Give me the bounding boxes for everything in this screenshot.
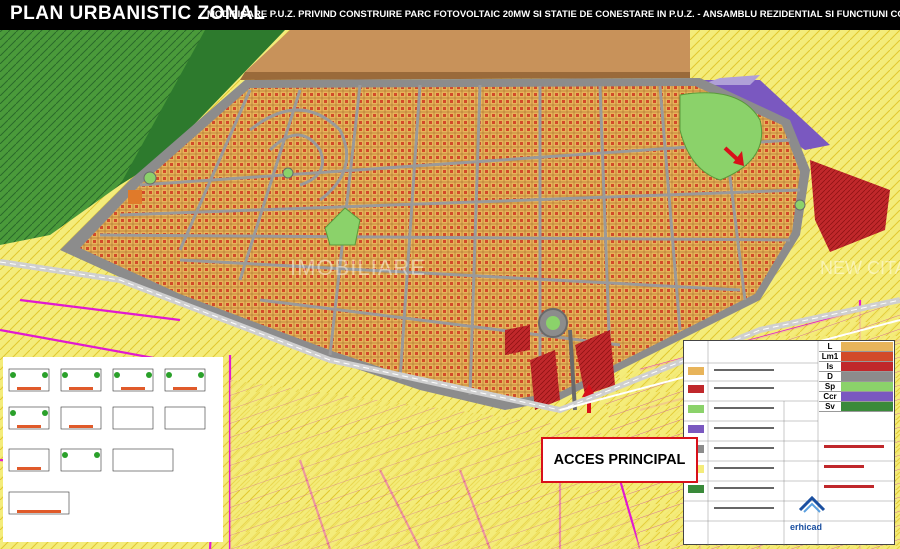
header-bar: PLAN URBANISTIC ZONAL MODIFICARE P.U.Z. … bbox=[0, 0, 900, 30]
map-page: PLAN URBANISTIC ZONAL MODIFICARE P.U.Z. … bbox=[0, 0, 900, 549]
watermark-text-side: NEW CITA bbox=[820, 258, 900, 278]
zone-key: Sp bbox=[824, 382, 836, 391]
zone-key: Ccr bbox=[823, 392, 837, 401]
zone-key: Is bbox=[826, 362, 834, 371]
zone-row: Is bbox=[819, 362, 893, 372]
watermark-text: IMOBILIARE bbox=[290, 255, 426, 280]
zone-key: Lm1 bbox=[821, 352, 839, 361]
zone-row: Ccr bbox=[819, 392, 893, 402]
zone-key: D bbox=[827, 372, 833, 381]
zone-key: Sv bbox=[825, 402, 835, 411]
page-subtitle: MODIFICARE P.U.Z. PRIVIND CONSTRUIRE PAR… bbox=[207, 9, 900, 20]
company-logo-text: erhicad bbox=[790, 522, 823, 532]
zone-row: Lm1 bbox=[819, 352, 893, 362]
zone-row: Sp bbox=[819, 382, 893, 392]
zone-key: L bbox=[827, 342, 833, 351]
access-callout: ACCES PRINCIPAL bbox=[541, 437, 698, 483]
zone-row: Sv bbox=[819, 402, 893, 412]
zone-key-table: L Lm1 Is D Sp Ccr Sv bbox=[819, 342, 893, 412]
zone-row: D bbox=[819, 372, 893, 382]
zone-row: L bbox=[819, 342, 893, 352]
street-profiles-panel bbox=[3, 357, 223, 542]
